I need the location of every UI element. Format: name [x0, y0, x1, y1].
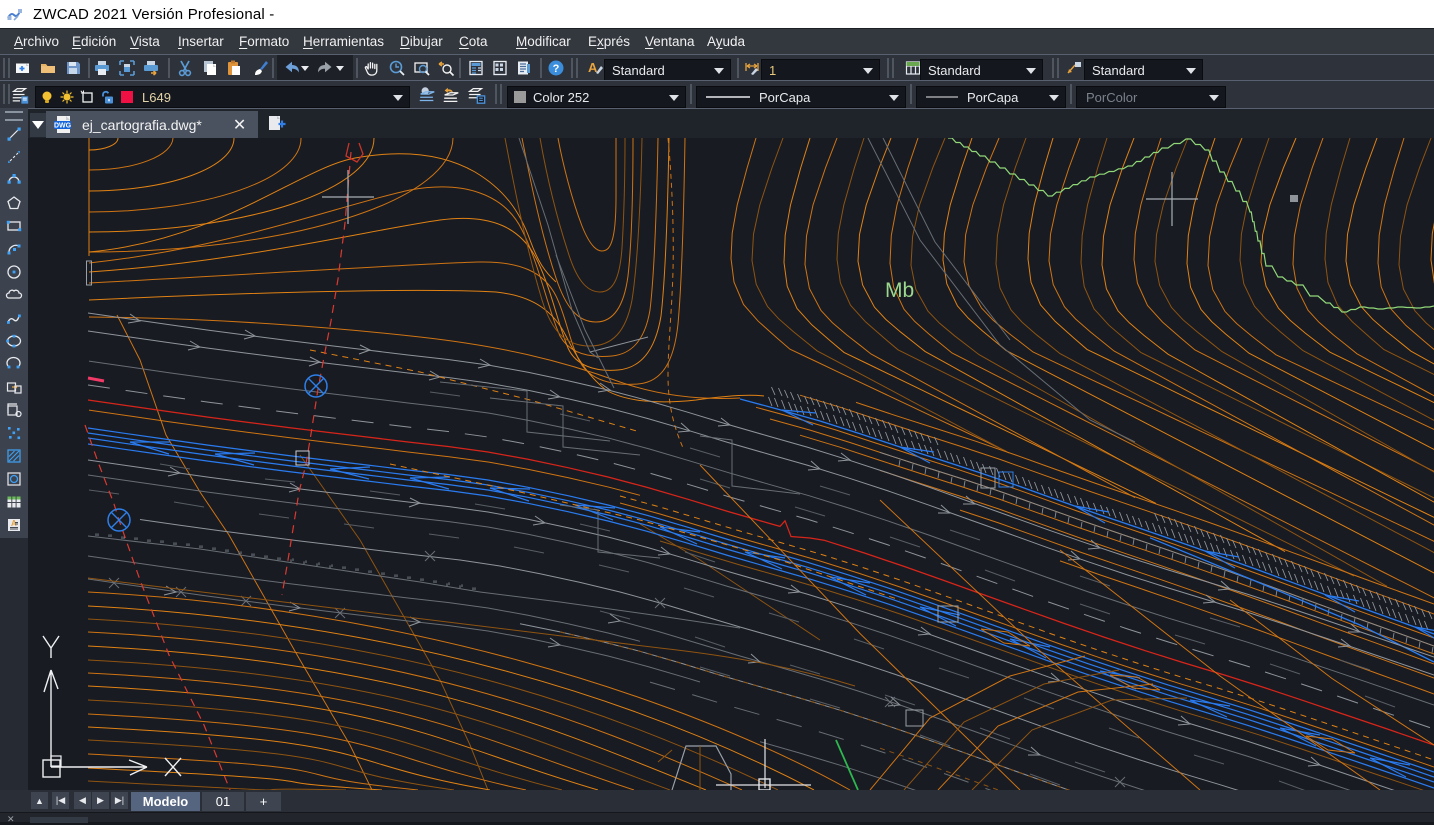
svg-text:A: A [11, 519, 17, 528]
svg-text:Mb: Mb [885, 279, 914, 302]
svg-text:?: ? [553, 63, 560, 75]
svg-text:DWG: DWG [54, 122, 72, 129]
